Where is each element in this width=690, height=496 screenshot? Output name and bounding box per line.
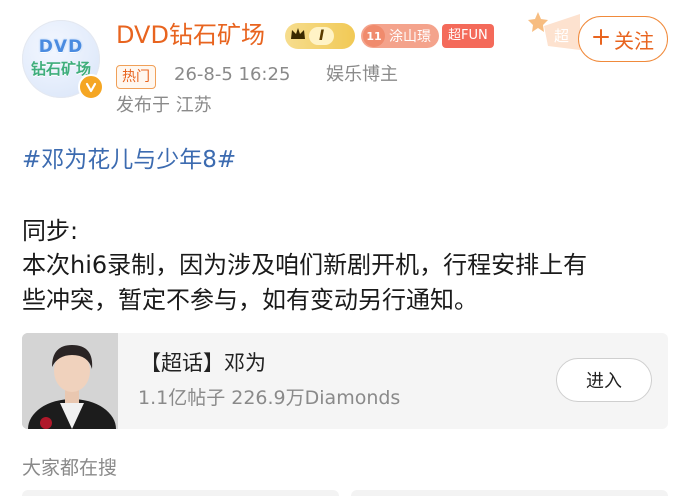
avatar-logo-text: DVD xyxy=(38,37,84,57)
post-location: 发布于 江苏 xyxy=(116,95,212,116)
crown-icon xyxy=(289,26,307,46)
post-text-line: 同步: xyxy=(22,217,79,245)
author-type: 娱乐博主 xyxy=(326,64,398,85)
enter-button[interactable]: 进入 xyxy=(556,358,652,402)
verified-icon xyxy=(78,74,104,100)
hot-tag: 热门 xyxy=(116,65,156,89)
topic-thumbnail xyxy=(22,333,118,429)
super-fun-badge[interactable]: 超FUN xyxy=(442,24,494,48)
vip-badge[interactable]: I xyxy=(285,23,355,49)
post-text-line: 本次hi6录制，因为涉及咱们新剧开机，行程安排上有 xyxy=(22,251,588,279)
post-hashtag[interactable]: #邓为花儿与少年8# xyxy=(22,145,236,175)
topic-stats: 1.1亿帖子 226.9万Diamonds xyxy=(138,387,401,409)
hot-search-item[interactable] xyxy=(22,490,339,496)
hot-search-list xyxy=(22,490,668,496)
star-icon: 超 xyxy=(524,8,584,54)
follow-button[interactable]: 关注 xyxy=(578,16,668,62)
follow-label: 关注 xyxy=(614,28,654,53)
diamond-icon: 11 xyxy=(363,25,385,47)
post-text-line: 些冲突，暂定不参与，如有变动另行通知。 xyxy=(22,286,478,314)
post-timestamp: 26-8-5 16:25 xyxy=(174,64,291,85)
topic-title: 【超话】邓为 xyxy=(140,351,266,375)
fan-level: 11 xyxy=(366,29,382,43)
username[interactable]: DVD钻石矿场 xyxy=(116,20,265,50)
hot-search-title: 大家都在搜 xyxy=(22,457,118,479)
super-topic-card[interactable]: 【超话】邓为 1.1亿帖子 226.9万Diamonds 进入 xyxy=(22,333,668,429)
follow-deco-text: 超 xyxy=(554,27,569,45)
plus-icon xyxy=(592,27,610,51)
fan-badge[interactable]: 11 涂山璟 xyxy=(361,24,439,48)
vip-level: I xyxy=(309,27,335,45)
hot-search-item[interactable] xyxy=(351,490,668,496)
fan-group-name: 涂山璟 xyxy=(389,29,431,45)
